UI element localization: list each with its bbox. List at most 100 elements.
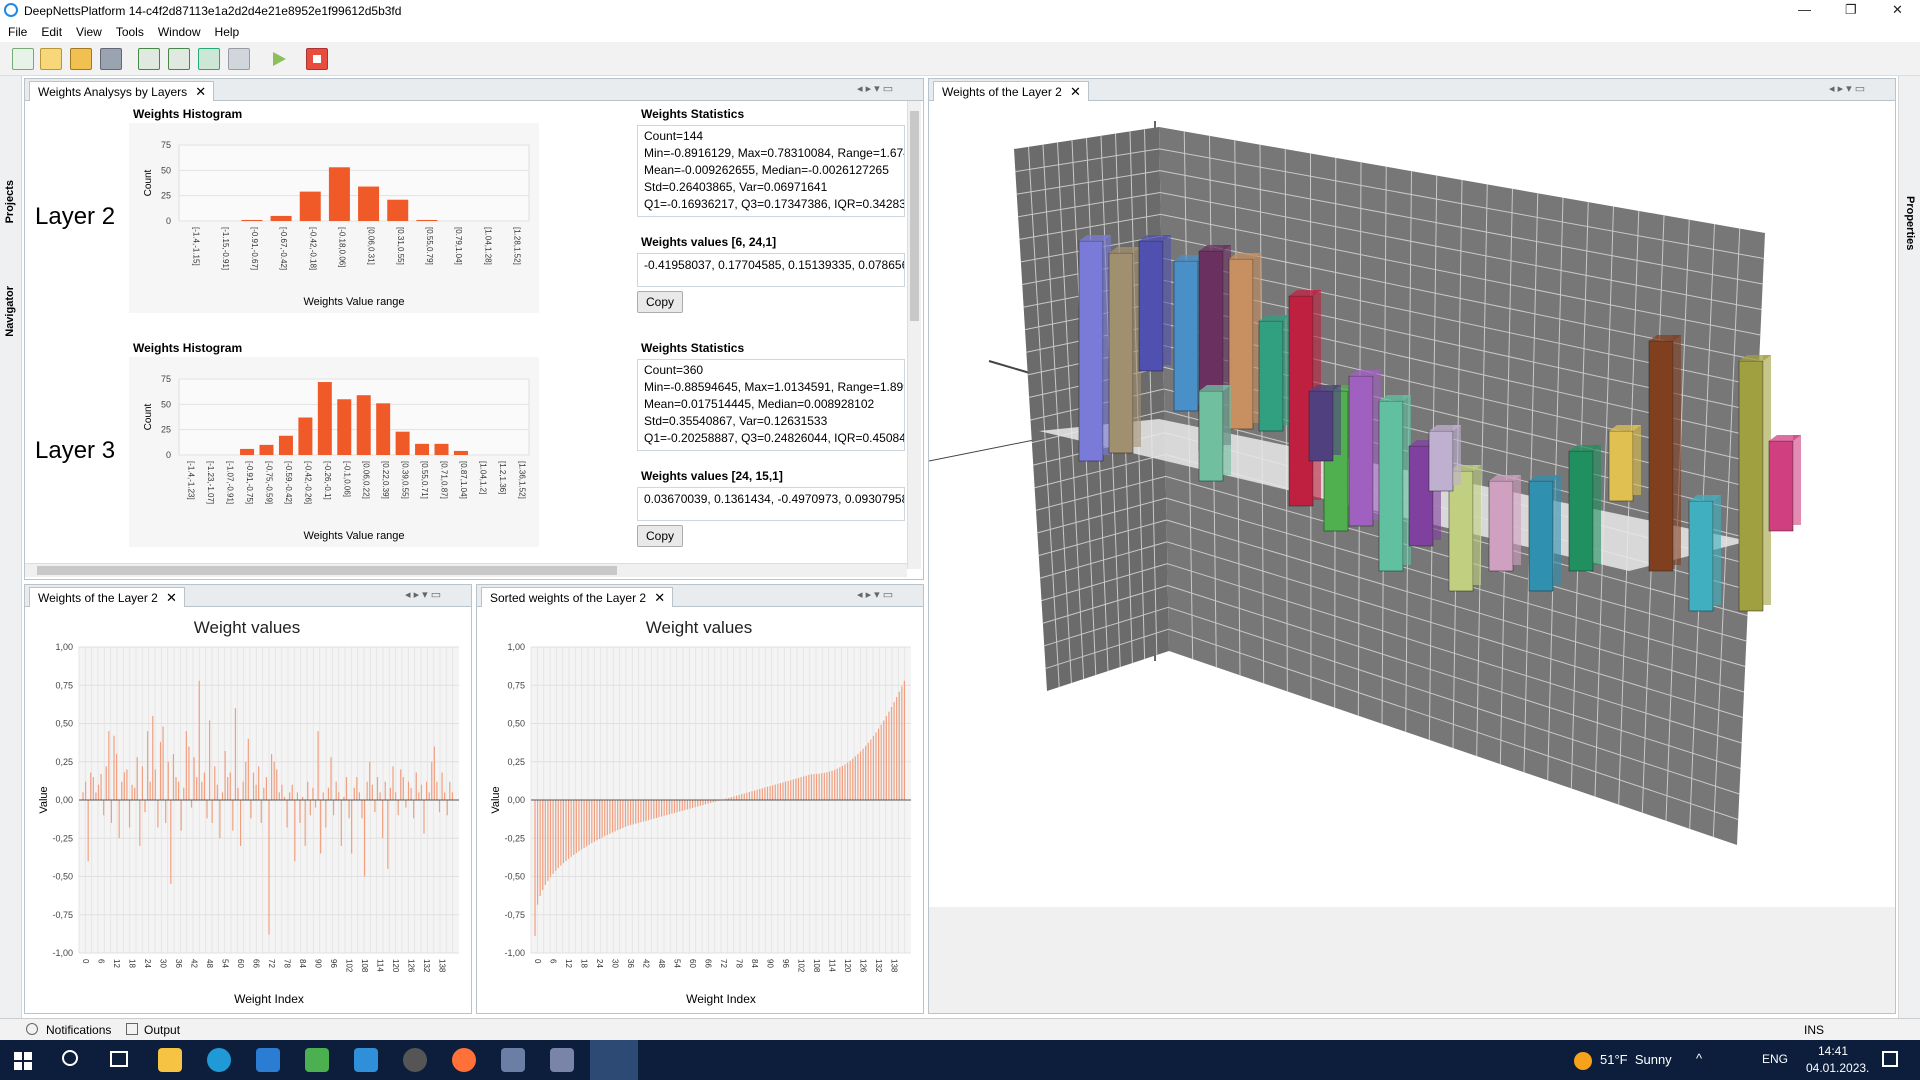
new-project-icon[interactable] xyxy=(40,48,62,70)
3d-bar xyxy=(1648,340,1674,572)
x-tick-label: 66 xyxy=(704,959,713,968)
tab-scroll-icon[interactable]: ◂ ▸ ▾ ▭ xyxy=(405,588,441,601)
histogram-bar xyxy=(299,191,321,221)
app-icon-circle[interactable] xyxy=(403,1048,427,1072)
tab-scroll-icon[interactable]: ◂ ▸ ▾ ▭ xyxy=(857,82,893,95)
x-tick-label: 48 xyxy=(205,959,214,968)
x-tick-label: 96 xyxy=(329,959,338,968)
tab-weights-layer-2[interactable]: Weights of the Layer 2 ✕ xyxy=(29,587,185,607)
x-tick-label: [-0.42,-0.18] xyxy=(308,227,317,270)
output-tab[interactable]: Output xyxy=(144,1023,180,1037)
menu-edit[interactable]: Edit xyxy=(41,25,62,39)
menu-bar: File Edit View Tools Window Help xyxy=(0,22,1920,42)
test-icon[interactable] xyxy=(228,48,250,70)
clock-date[interactable]: 04.01.2023. xyxy=(1806,1061,1869,1075)
store-icon[interactable] xyxy=(256,1048,280,1072)
run-icon[interactable] xyxy=(270,50,288,68)
app-bars-icon[interactable] xyxy=(550,1048,574,1072)
add-dataset-icon[interactable] xyxy=(138,48,160,70)
menu-window[interactable]: Window xyxy=(158,25,201,39)
train-icon[interactable] xyxy=(198,48,220,70)
close-tab-icon[interactable]: ✕ xyxy=(1070,84,1081,100)
y-tick-label: 75 xyxy=(161,374,171,384)
y-tick-label: 0,00 xyxy=(507,795,525,805)
task-view-icon[interactable] xyxy=(110,1051,128,1067)
menu-help[interactable]: Help xyxy=(215,25,240,39)
layer-2-copy-button[interactable]: Copy xyxy=(637,291,683,313)
y-axis-label: Count xyxy=(143,169,154,196)
y-tick-label: 25 xyxy=(161,425,171,435)
close-button[interactable]: ✕ xyxy=(1892,2,1903,18)
x-tick-label: 114 xyxy=(376,959,385,972)
save-icon[interactable] xyxy=(100,48,122,70)
weights-panel: Weights of the Layer 2 ✕ ◂ ▸ ▾ ▭ Weight v… xyxy=(24,584,472,1014)
windows-start-icon[interactable] xyxy=(14,1052,32,1070)
3d-bar-side xyxy=(1553,475,1561,585)
minimize-button[interactable]: — xyxy=(1798,2,1811,17)
values-text: 0.03670039, 0.1361434, -0.4970973, 0.093… xyxy=(644,492,905,506)
search-icon[interactable] xyxy=(62,1050,78,1066)
language-indicator[interactable]: ENG xyxy=(1762,1052,1788,1066)
projects-tab[interactable]: Projects xyxy=(4,180,16,223)
y-tick-label: -0,25 xyxy=(52,833,73,843)
x-tick-label: 72 xyxy=(267,959,276,968)
tab-scroll-icon[interactable]: ◂ ▸ ▾ ▭ xyxy=(857,588,893,601)
y-tick-label: 1,00 xyxy=(55,642,73,652)
x-tick-label: [0.06,0.22] xyxy=(362,461,371,499)
weights-3d-view[interactable] xyxy=(929,101,1895,907)
3d-bar xyxy=(1428,430,1454,492)
layer-3-values-field[interactable]: 0.03670039, 0.1361434, -0.4970973, 0.093… xyxy=(637,487,905,521)
x-tick-label: [-1.07,-0.91] xyxy=(226,461,235,504)
y-tick-label: 0,50 xyxy=(55,719,73,729)
x-axis-label: Weights Value range xyxy=(303,530,404,542)
file-explorer-icon[interactable] xyxy=(158,1048,182,1072)
layer-2-values-field[interactable]: -0.41958037, 0.17704585, 0.15139335, 0.0… xyxy=(637,253,905,287)
stop-icon[interactable] xyxy=(306,48,328,70)
x-tick-label: [0.55,0.71] xyxy=(420,461,429,499)
navigator-tab[interactable]: Navigator xyxy=(4,286,16,337)
firefox-icon[interactable] xyxy=(452,1048,476,1072)
open-project-icon[interactable] xyxy=(70,48,92,70)
layer-3-histogram-title: Weights Histogram xyxy=(133,341,243,355)
notification-center-icon[interactable] xyxy=(1882,1051,1898,1067)
tab-scroll-icon[interactable]: ◂ ▸ ▾ ▭ xyxy=(1829,82,1865,95)
taskbar: 51°F Sunny ^ ENG 14:41 04.01.2023. xyxy=(0,1040,1920,1080)
plot-area xyxy=(178,144,530,222)
clock-time[interactable]: 14:41 xyxy=(1818,1044,1848,1058)
notifications-tab[interactable]: Notifications xyxy=(46,1023,111,1037)
layer-3-histogram: 0 25 50 75 [-1.4,-1.23] [-1.23,-1.07] [-1.07,-… xyxy=(129,357,539,547)
app-cube-icon[interactable] xyxy=(501,1048,525,1072)
edge-icon[interactable] xyxy=(207,1048,231,1072)
vertical-scrollbar[interactable] xyxy=(907,101,921,569)
notepad-icon[interactable] xyxy=(305,1048,329,1072)
close-tab-icon[interactable]: ✕ xyxy=(195,84,206,100)
layer-3-copy-button[interactable]: Copy xyxy=(637,525,683,547)
tab-weights-analysis[interactable]: Weights Analysys by Layers ✕ xyxy=(29,81,215,101)
deepnetts-taskbar-icon[interactable] xyxy=(590,1040,638,1080)
3d-bar xyxy=(1138,240,1164,372)
new-file-icon[interactable] xyxy=(12,48,34,70)
x-tick-label: 48 xyxy=(657,959,666,968)
menu-tools[interactable]: Tools xyxy=(116,25,144,39)
maximize-button[interactable]: ❐ xyxy=(1845,2,1857,18)
histogram-bar xyxy=(241,219,263,221)
close-tab-icon[interactable]: ✕ xyxy=(166,590,177,606)
stat-line: Std=0.26403865, Var=0.06971641 xyxy=(644,180,828,194)
3d-bar xyxy=(1378,400,1404,572)
x-tick-label: [1.28,1.52] xyxy=(512,227,521,265)
horizontal-scrollbar[interactable] xyxy=(25,563,907,577)
x-tick-label: [0.31,0.55] xyxy=(396,227,405,265)
network-icon[interactable] xyxy=(168,48,190,70)
tab-sorted-weights[interactable]: Sorted weights of the Layer 2 ✕ xyxy=(481,587,674,607)
close-tab-icon[interactable]: ✕ xyxy=(654,590,665,606)
tab-weights-3d[interactable]: Weights of the Layer 2 ✕ xyxy=(933,81,1089,101)
menu-view[interactable]: View xyxy=(76,25,102,39)
weather-text[interactable]: 51°F Sunny xyxy=(1600,1052,1672,1067)
properties-tab[interactable]: Properties xyxy=(1904,196,1916,250)
stat-line: Std=0.35540867, Var=0.12631533 xyxy=(644,414,828,428)
y-tick-label: -0,75 xyxy=(52,910,73,920)
mail-icon[interactable] xyxy=(354,1048,378,1072)
menu-file[interactable]: File xyxy=(8,25,27,39)
histogram-bar xyxy=(415,443,430,455)
tray-chevron-icon[interactable]: ^ xyxy=(1696,1051,1702,1066)
